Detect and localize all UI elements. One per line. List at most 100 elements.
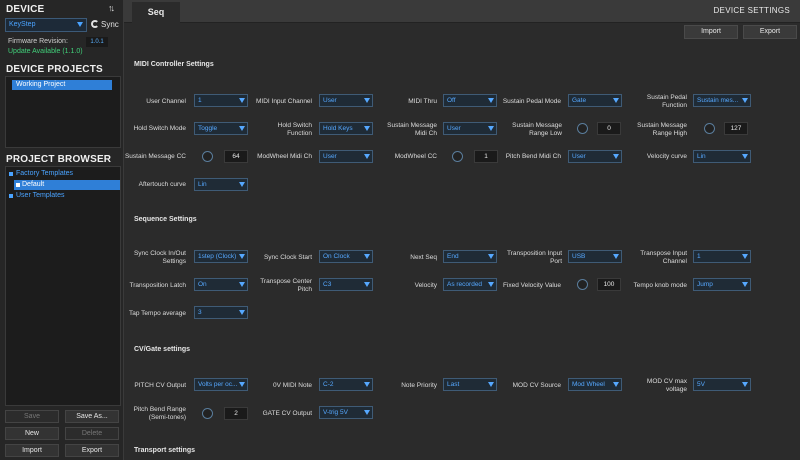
mod-cv-max-select[interactable]: 5V: [693, 378, 751, 391]
sync-button[interactable]: Sync: [91, 18, 121, 32]
fixed-velocity-value[interactable]: 100: [597, 278, 621, 291]
chevron-down-icon: [742, 382, 748, 387]
chevron-down-icon: [239, 310, 245, 315]
hold-switch-function-label: Hold Switch Function: [277, 122, 312, 137]
velocity-label: Velocity: [414, 282, 437, 289]
chevron-down-icon: [742, 98, 748, 103]
device-select-value: KeyStep: [9, 21, 36, 28]
project-item-working[interactable]: Working Project: [12, 80, 112, 90]
aftertouch-curve-label: Aftertouch curve: [138, 181, 186, 188]
pitch-bend-range-value[interactable]: 2: [224, 407, 248, 420]
velocity-select[interactable]: As recorded: [443, 278, 497, 291]
import-button[interactable]: Import: [684, 25, 738, 39]
firmware-label: Firmware Revision:: [8, 38, 68, 45]
update-available-link[interactable]: Update Available (1.1.0): [8, 48, 83, 55]
mod-cv-source-select[interactable]: Mod Wheel: [568, 378, 622, 391]
export-button[interactable]: Export: [743, 25, 797, 39]
next-seq-select[interactable]: End: [443, 250, 497, 263]
chevron-down-icon: [364, 154, 370, 159]
sustain-midi-ch-select[interactable]: User: [443, 122, 497, 135]
select-value: Sustain mes...: [697, 97, 739, 104]
sustain-pedal-mode-select[interactable]: Gate: [568, 94, 622, 107]
sync-clock-label: Sync Clock In/Out Settings: [133, 250, 186, 265]
transpose-input-channel-select[interactable]: 1: [693, 250, 751, 263]
select-value: 1step (Clock): [198, 253, 237, 260]
device-select[interactable]: KeyStep: [5, 18, 87, 32]
velocity-curve-label: Velocity curve: [646, 153, 687, 160]
settings-content: MIDI Controller Settings User Channel 1 …: [124, 40, 800, 460]
sync-label: Sync: [101, 20, 119, 29]
tap-tempo-select[interactable]: 3: [194, 306, 248, 319]
tree-item-factory-templates[interactable]: Factory Templates: [6, 169, 122, 179]
fixed-velocity-knob[interactable]: [577, 279, 588, 290]
velocity-curve-select[interactable]: Lin: [693, 150, 751, 163]
aftertouch-curve-select[interactable]: Lin: [194, 178, 248, 191]
sustain-cc-knob[interactable]: [202, 151, 213, 162]
chevron-down-icon: [77, 22, 83, 27]
note-priority-label: Note Priority: [401, 382, 437, 389]
pitch-bend-range-knob[interactable]: [202, 408, 213, 419]
transposition-input-port-select[interactable]: USB: [568, 250, 622, 263]
pitch-bend-midi-ch-select[interactable]: User: [568, 150, 622, 163]
tree-label: Factory Templates: [16, 170, 74, 177]
pitch-cv-output-select[interactable]: Volts per oc...: [194, 378, 248, 391]
select-value: Hold Keys: [323, 125, 353, 132]
modwheel-midi-ch-select[interactable]: User: [319, 150, 373, 163]
sync-clock-start-select[interactable]: On Clock: [319, 250, 373, 263]
sidebar-import-button[interactable]: Import: [5, 444, 59, 457]
tree-label: Default: [22, 181, 45, 188]
transpose-center-pitch-label: Transpose Center Pitch: [260, 278, 312, 293]
sustain-range-high-knob[interactable]: [704, 123, 715, 134]
sustain-cc-value[interactable]: 64: [224, 150, 248, 163]
save-button[interactable]: Save: [5, 410, 59, 423]
transposition-input-port-label: Transposition Input Port: [506, 250, 562, 265]
modwheel-cc-knob[interactable]: [452, 151, 463, 162]
device-settings-title: DEVICE SETTINGS: [713, 6, 790, 15]
chevron-down-icon: [488, 98, 494, 103]
swap-arrows-icon[interactable]: ↑↓: [108, 3, 115, 13]
modwheel-cc-value[interactable]: 1: [474, 150, 498, 163]
chevron-down-icon: [742, 254, 748, 259]
note-priority-select[interactable]: Last: [443, 378, 497, 391]
delete-button[interactable]: Delete: [65, 427, 119, 440]
midi-input-channel-select[interactable]: User: [319, 94, 373, 107]
sidebar-export-button[interactable]: Export: [65, 444, 119, 457]
sustain-pedal-function-select[interactable]: Sustain mes...: [693, 94, 751, 107]
gate-cv-output-select[interactable]: V-trig 5V: [319, 406, 373, 419]
select-value: User: [323, 153, 337, 160]
sync-clock-start-label: Sync Clock Start: [263, 254, 312, 261]
chevron-down-icon: [364, 126, 370, 131]
midi-settings-title: MIDI Controller Settings: [134, 61, 214, 68]
midi-thru-label: MIDI Thru: [408, 98, 437, 105]
hold-switch-mode-select[interactable]: Toggle: [194, 122, 248, 135]
chevron-down-icon: [742, 154, 748, 159]
sync-clock-select[interactable]: 1step (Clock): [194, 250, 248, 263]
fixed-velocity-label: Fixed Velocity Value: [502, 282, 561, 289]
hold-switch-function-select[interactable]: Hold Keys: [319, 122, 373, 135]
firmware-value: 1.0.1: [86, 37, 108, 47]
user-channel-label: User Channel: [146, 98, 186, 105]
select-value: Mod Wheel: [572, 381, 605, 388]
sustain-range-high-value[interactable]: 127: [724, 122, 748, 135]
sustain-range-low-value[interactable]: 0: [597, 122, 621, 135]
modwheel-midi-ch-label: ModWheel Midi Ch: [257, 153, 312, 160]
tab-seq[interactable]: Seq: [132, 2, 180, 23]
select-value: Off: [447, 97, 456, 104]
midi-thru-select[interactable]: Off: [443, 94, 497, 107]
zero-v-midi-note-select[interactable]: C-2: [319, 378, 373, 391]
chevron-down-icon: [239, 182, 245, 187]
user-channel-select[interactable]: 1: [194, 94, 248, 107]
tempo-knob-mode-select[interactable]: Jump: [693, 278, 751, 291]
tree-item-default[interactable]: Default: [14, 180, 120, 190]
tree-item-user-templates[interactable]: User Templates: [6, 191, 122, 201]
select-value: Lin: [198, 181, 207, 188]
next-seq-label: Next Seq: [410, 254, 437, 261]
save-as-button[interactable]: Save As...: [65, 410, 119, 423]
select-value: User: [447, 125, 461, 132]
new-button[interactable]: New: [5, 427, 59, 440]
sustain-range-low-knob[interactable]: [577, 123, 588, 134]
transpose-center-pitch-select[interactable]: C3: [319, 278, 373, 291]
select-value: USB: [572, 253, 586, 260]
transposition-latch-select[interactable]: On: [194, 278, 248, 291]
select-value: 5V: [697, 381, 705, 388]
